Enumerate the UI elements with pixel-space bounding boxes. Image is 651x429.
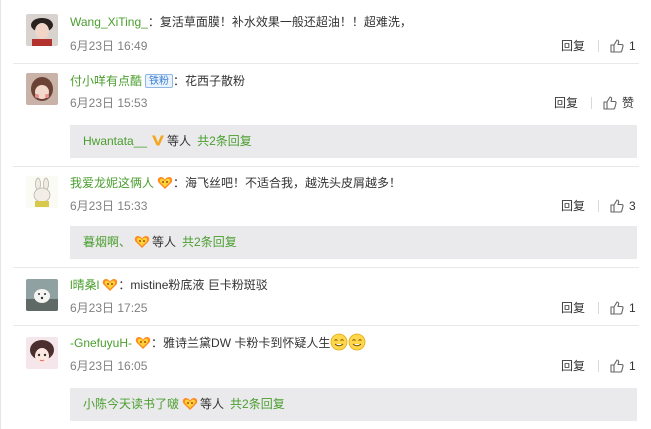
thumb-up-icon — [610, 199, 624, 213]
fan-heart-icon — [182, 397, 198, 410]
divider — [13, 325, 639, 326]
divider — [591, 97, 592, 109]
timestamp: 6月23日 16:05 — [70, 359, 148, 373]
timestamp: 6月23日 15:33 — [70, 199, 148, 213]
like-button[interactable]: 3 — [610, 198, 636, 214]
view-replies-link[interactable]: 共2条回复 — [197, 134, 252, 148]
comment-text: 海飞丝吧！不适合我，越洗头皮屑越多！ — [185, 176, 402, 190]
timestamp: 6月23日 16:49 — [70, 39, 148, 53]
like-count: 赞 — [622, 96, 635, 110]
reply-username[interactable]: Hwantata__ — [83, 134, 147, 148]
like-count: 1 — [629, 359, 636, 373]
fan-heart-icon — [103, 278, 118, 291]
like-count: 1 — [629, 301, 636, 315]
reply-button[interactable]: 回复 — [561, 300, 585, 316]
thumb-up-icon — [610, 301, 624, 315]
username[interactable]: 付小咩有点酷 — [70, 74, 142, 88]
avatar[interactable] — [26, 14, 58, 46]
thumb-up-icon — [610, 359, 624, 373]
comment-text: mistine粉底液 巨卡粉斑驳 — [130, 278, 268, 292]
vip-v-icon — [152, 135, 165, 146]
like-count: 3 — [629, 199, 636, 213]
reply-username[interactable]: 小陈今天读书了啵 — [83, 397, 179, 411]
divider — [598, 360, 599, 372]
reply-button[interactable]: 回复 — [561, 38, 585, 54]
smile-emoji-icon — [348, 333, 366, 351]
username[interactable]: l晴桑l — [70, 278, 99, 292]
avatar[interactable] — [26, 73, 58, 105]
reply-username[interactable]: 暮烟啊、 — [83, 235, 131, 249]
divider — [598, 302, 599, 314]
reply-button[interactable]: 回复 — [561, 198, 585, 214]
like-button[interactable]: 赞 — [603, 95, 634, 111]
fan-heart-icon — [157, 176, 173, 189]
comment-text: 雅诗兰黛DW 卡粉卡到怀疑人生 — [163, 336, 331, 350]
username[interactable]: 我爱龙妮这俩人 — [70, 176, 154, 190]
divider — [13, 166, 639, 167]
fan-badge: 铁粉 — [145, 74, 174, 88]
comment-text: 花西子散粉 — [185, 74, 246, 88]
smile-emoji-icon — [330, 333, 348, 351]
like-count: 1 — [629, 39, 636, 53]
reply-button[interactable]: 回复 — [554, 95, 578, 111]
username[interactable]: -GnefuyuH- — [70, 336, 132, 350]
divider — [13, 63, 639, 64]
divider — [13, 267, 639, 268]
reply-button[interactable]: 回复 — [561, 358, 585, 374]
avatar[interactable] — [26, 279, 58, 311]
fan-heart-icon — [134, 235, 150, 248]
avatar[interactable] — [26, 337, 58, 369]
like-button[interactable]: 1 — [610, 300, 636, 316]
username[interactable]: Wang_XiTing_ — [70, 15, 148, 29]
divider — [598, 200, 599, 212]
thumb-up-icon — [603, 96, 617, 110]
timestamp: 6月23日 15:53 — [70, 96, 148, 110]
sub-replies[interactable]: 暮烟啊、 等人 共2条回复 — [70, 226, 637, 259]
sub-replies[interactable]: Hwantata__ 等人 共2条回复 — [70, 125, 637, 158]
view-replies-link[interactable]: 共2条回复 — [230, 397, 285, 411]
comment-list: Wang_XiTing_：复活草面膜！补水效果一般还超油！！超难洗， 6月23日… — [0, 0, 651, 429]
thumb-up-icon — [610, 39, 624, 53]
comment-text: 复活草面膜！补水效果一般还超油！！超难洗， — [159, 15, 412, 29]
sub-replies[interactable]: 小陈今天读书了啵 等人 共2条回复 — [70, 388, 637, 421]
like-button[interactable]: 1 — [610, 358, 636, 374]
like-button[interactable]: 1 — [610, 38, 636, 54]
avatar[interactable] — [26, 176, 58, 208]
timestamp: 6月23日 17:25 — [70, 301, 148, 315]
divider — [598, 40, 599, 52]
fan-heart-icon — [135, 336, 151, 349]
view-replies-link[interactable]: 共2条回复 — [182, 235, 237, 249]
